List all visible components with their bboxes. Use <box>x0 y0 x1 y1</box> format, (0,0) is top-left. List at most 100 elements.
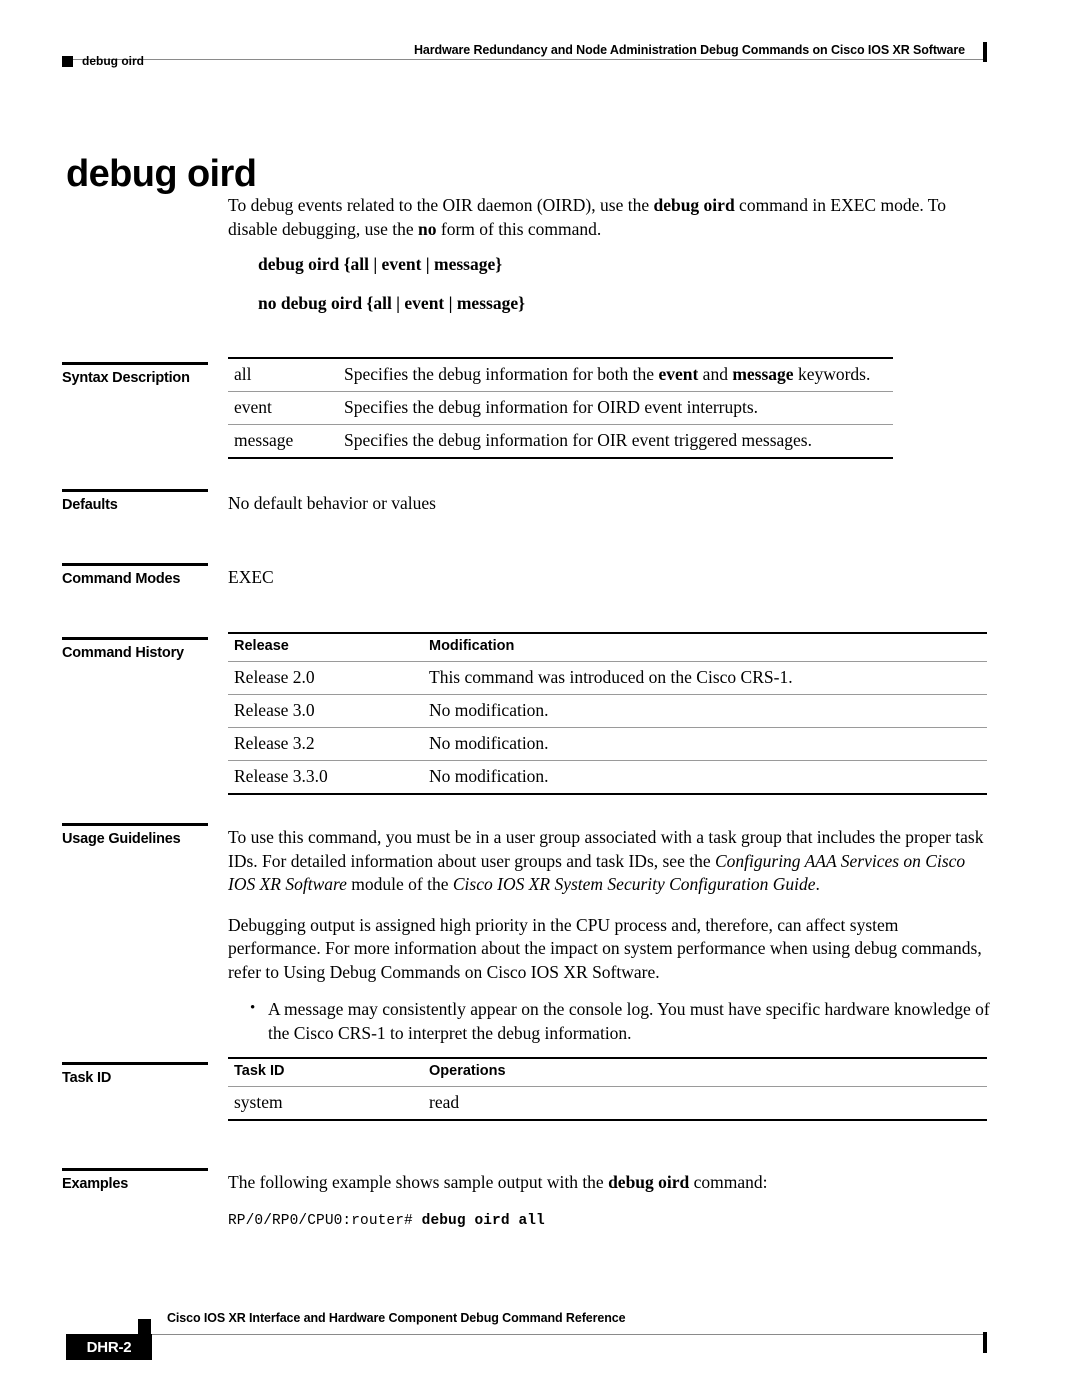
table-header-row: Task ID Operations <box>228 1058 987 1087</box>
syntax-description-cell: Specifies the debug information for OIR … <box>338 424 893 457</box>
task-id-table: Task ID Operations system read <box>228 1057 987 1121</box>
table-row: all Specifies the debug information for … <box>228 358 893 392</box>
intro-text-3: form of this command. <box>436 218 602 239</box>
release-cell: Release 2.0 <box>228 661 423 695</box>
modification-cell: This command was introduced on the Cisco… <box>423 661 987 695</box>
syntax-line-negative: no debug oird {all | event | message} <box>258 293 525 313</box>
task-id-table-block: Task ID Operations system read <box>228 1057 987 1121</box>
syntax-description-table: all Specifies the debug information for … <box>228 357 893 459</box>
spacer-cell <box>423 793 987 794</box>
list-item: A message may consistently appear on the… <box>250 997 990 1045</box>
usage-guidelines-block: To use this command, you must be in a us… <box>228 826 990 1045</box>
footer-edge-marker <box>983 1332 987 1353</box>
table-row: Release 3.2 No modification. <box>228 727 987 761</box>
breadcrumb: debug oird <box>62 54 144 68</box>
table-row: message Specifies the debug information … <box>228 424 893 457</box>
section-rule <box>62 362 208 365</box>
command-modes-block: EXEC <box>228 566 988 590</box>
table-bottom-rule-row <box>228 792 987 794</box>
running-header-title: Hardware Redundancy and Node Administrat… <box>413 43 965 57</box>
section-label-command-history: Command History <box>62 637 210 661</box>
header-divider <box>62 59 987 60</box>
header-edge-marker <box>983 42 987 62</box>
desc-bold-1: event <box>658 364 699 384</box>
section-rule <box>62 563 208 566</box>
intro-text-1: To debug events related to the OIR daemo… <box>228 195 654 215</box>
section-label-defaults: Defaults <box>62 489 210 513</box>
release-cell: Release 3.0 <box>228 694 423 728</box>
modification-cell: No modification. <box>423 727 987 761</box>
desc-bold-2: message <box>732 364 794 384</box>
column-header-modification: Modification <box>429 638 515 654</box>
command-history-table: Release Modification Release 2.0 This co… <box>228 632 987 795</box>
usage-bullet-list: A message may consistently appear on the… <box>228 997 990 1045</box>
section-label-text: Command History <box>62 644 184 661</box>
page-number-badge: DHR-2 <box>66 1334 152 1360</box>
column-header-operations: Operations <box>429 1063 506 1079</box>
running-header: Hardware Redundancy and Node Administrat… <box>62 36 987 62</box>
table-row: Release 2.0 This command was introduced … <box>228 661 987 695</box>
table-row: event Specifies the debug information fo… <box>228 391 893 425</box>
column-header-task-id: Task ID <box>234 1063 285 1079</box>
usage-paragraph-1: To use this command, you must be in a us… <box>228 826 990 897</box>
section-label-text: Command Modes <box>62 570 181 587</box>
intro-paragraph: To debug events related to the OIR daemo… <box>228 194 988 241</box>
examples-command-bold: debug oird <box>608 1172 690 1192</box>
section-rule <box>62 823 208 826</box>
syntax-keyword: message <box>228 424 338 457</box>
syntax-keyword: event <box>228 391 338 425</box>
section-label-text: Syntax Description <box>62 369 190 386</box>
cli-prompt: RP/0/RP0/CPU0:router# <box>228 1212 422 1229</box>
table-row: Release 3.3.0 No modification. <box>228 760 987 793</box>
footer-square-icon <box>138 1319 151 1334</box>
section-rule <box>62 637 208 640</box>
desc-text-2: and <box>698 364 733 384</box>
table-row: Release 3.0 No modification. <box>228 694 987 728</box>
footer-title: Cisco IOS XR Interface and Hardware Comp… <box>167 1311 626 1325</box>
examples-intro: The following example shows sample outpu… <box>228 1171 988 1195</box>
spacer-cell <box>228 457 338 458</box>
table-header-row: Release Modification <box>228 633 987 662</box>
document-page: Hardware Redundancy and Node Administrat… <box>0 0 1080 1397</box>
section-label-text: Examples <box>62 1175 129 1192</box>
examples-text-1: The following example shows sample outpu… <box>228 1172 609 1192</box>
section-label-text: Usage Guidelines <box>62 830 181 847</box>
usage-paragraph-2: Debugging output is assigned high priori… <box>228 914 982 982</box>
cli-example-line: RP/0/RP0/CPU0:router# debug oird all <box>228 1213 988 1229</box>
defaults-block: No default behavior or values <box>228 492 988 516</box>
usage-italic-guide: Cisco IOS XR System Security Configurati… <box>452 874 816 894</box>
section-label-text: Defaults <box>62 496 118 513</box>
examples-block: The following example shows sample outpu… <box>228 1171 988 1229</box>
examples-text-2: command: <box>689 1172 768 1192</box>
section-label-usage-guidelines: Usage Guidelines <box>62 823 210 847</box>
spacer-cell <box>338 457 893 458</box>
syntax-description-table-block: all Specifies the debug information for … <box>228 357 893 459</box>
syntax-line-affirmative: debug oird {all | event | message} <box>258 254 503 274</box>
syntax-keyword: all <box>234 364 252 384</box>
column-header-release: Release <box>234 638 289 654</box>
table-bottom-rule-row <box>228 456 893 458</box>
intro-command-bold: debug oird <box>653 195 735 215</box>
section-label-examples: Examples <box>62 1168 210 1192</box>
section-label-command-modes: Command Modes <box>62 563 210 587</box>
desc-text-1: Specifies the debug information for both… <box>344 364 659 384</box>
section-rule <box>62 1062 208 1065</box>
task-id-cell: system <box>228 1086 423 1119</box>
spacer-cell <box>228 1119 423 1120</box>
modification-cell: No modification. <box>423 694 987 728</box>
syntax-description-cell: Specifies the debug information for OIRD… <box>338 391 893 425</box>
release-cell: Release 3.3.0 <box>228 760 423 793</box>
command-modes-text: EXEC <box>228 567 274 587</box>
intro-no-bold: no <box>418 218 437 239</box>
breadcrumb-square-icon <box>62 55 73 67</box>
table-bottom-rule-row <box>228 1118 987 1120</box>
intro-paragraph-block: To debug events related to the OIR daemo… <box>228 194 988 241</box>
operations-cell: read <box>423 1086 987 1119</box>
command-history-table-block: Release Modification Release 2.0 This co… <box>228 632 987 795</box>
section-rule <box>62 489 208 492</box>
release-cell: Release 3.2 <box>228 727 423 761</box>
defaults-text: No default behavior or values <box>228 493 436 513</box>
spacer-cell <box>228 793 423 794</box>
page-title: debug oird <box>66 153 257 196</box>
spacer-cell <box>423 1119 987 1120</box>
